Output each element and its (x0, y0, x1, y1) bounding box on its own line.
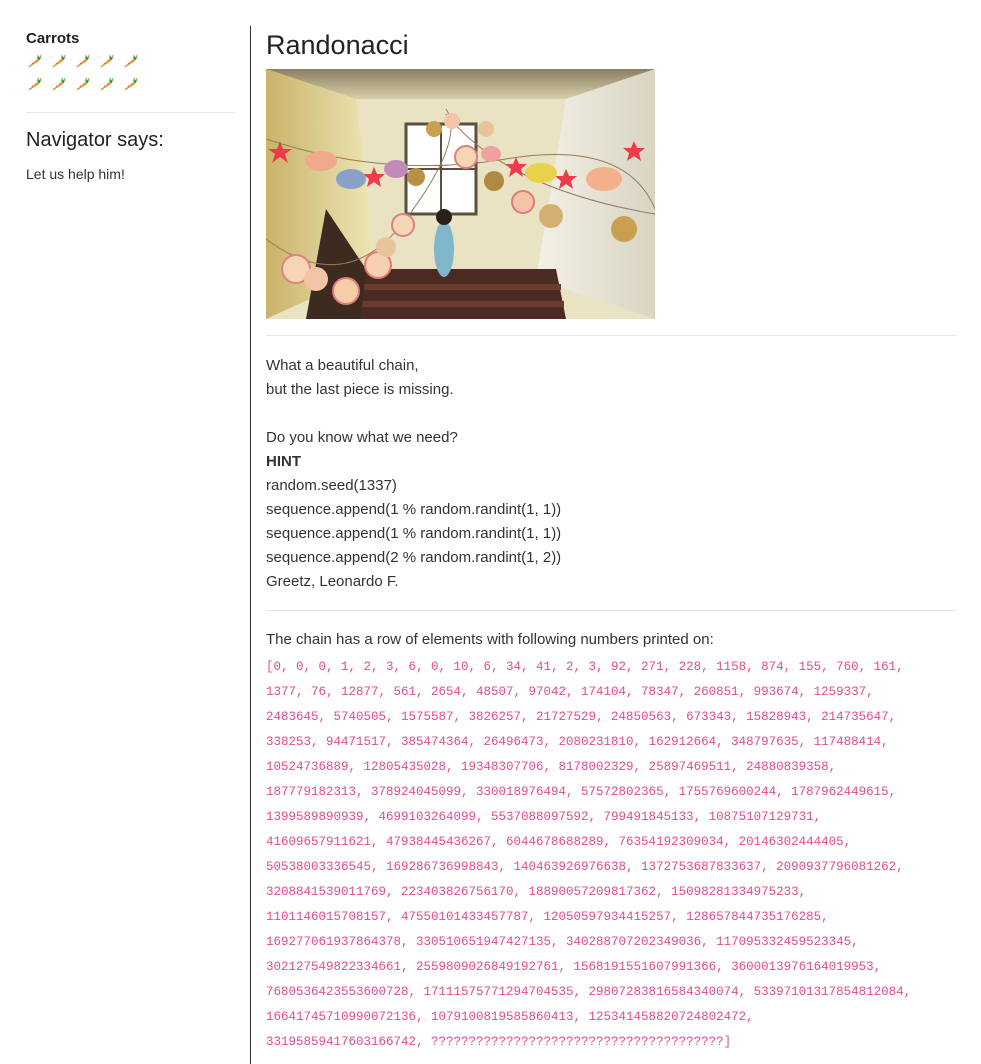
story-line: sequence.append(2 % random.randint(1, 2)… (266, 549, 562, 566)
carrot-icon (26, 75, 44, 93)
carrot-icon (74, 75, 92, 93)
carrot-icon (122, 75, 140, 93)
story-line: Greetz, Leonardo F. (266, 573, 399, 590)
chain-numbers-line: 33195859417603166742, ??????????????????… (266, 1035, 732, 1049)
chain-numbers-line: 302127549822334661, 2559809026849192761,… (266, 960, 882, 974)
sidebar-divider (26, 112, 235, 113)
chain-numbers-line: 169277061937864378, 330510651947427135, … (266, 935, 859, 949)
chain-numbers-line: [0, 0, 0, 1, 2, 3, 6, 0, 10, 6, 34, 41, … (266, 660, 904, 674)
story-line (266, 402, 956, 426)
chain-numbers-line: 50538003336545, 169286736998843, 1404639… (266, 860, 904, 874)
story-line: random.seed(1337) (266, 477, 397, 494)
story-line: sequence.append(1 % random.randint(1, 1)… (266, 501, 562, 518)
sidebar: Carrots Navigator says: Let us help him! (26, 26, 235, 182)
chain-intro: The chain has a row of elements with fol… (266, 631, 714, 648)
carrots-title: Carrots (26, 30, 80, 47)
section-divider (266, 610, 956, 611)
main-content: Randonacci What a beautiful chain, but t… (266, 26, 956, 1055)
chain-numbers-line: 1399589890939, 4699103264099, 5537088097… (266, 810, 822, 824)
chain-numbers-line: 187779182313, 378924045099, 330018976494… (266, 785, 897, 799)
garland-photo (266, 69, 655, 319)
carrot-icon (50, 52, 68, 70)
chain-numbers-line: 7680536423553600728, 1711157577129470453… (266, 985, 912, 999)
chain-numbers-line: 16641745710990072136, 107910081958586041… (266, 1010, 754, 1024)
carrot-icon (122, 52, 140, 70)
story-text: What a beautiful chain, but the last piec… (266, 354, 956, 594)
carrot-icon (74, 52, 92, 70)
chain-numbers-line: 41609657911621, 47938445436267, 60446786… (266, 835, 852, 849)
chain-numbers-line: 10524736889, 12805435028, 19348307706, 8… (266, 760, 837, 774)
chain-numbers-line: 2483645, 5740505, 1575587, 3826257, 2172… (266, 710, 897, 724)
vertical-divider (250, 26, 251, 1064)
carrot-icon (98, 52, 116, 70)
carrot-icon (26, 52, 44, 70)
chain-numbers: [0, 0, 0, 1, 2, 3, 6, 0, 10, 6, 34, 41, … (266, 655, 956, 1055)
chain-numbers-line: 1101146015708157, 47550101433457787, 120… (266, 910, 829, 924)
story-line: What a beautiful chain, (266, 357, 419, 374)
navigator-text: Let us help him! (26, 166, 125, 182)
story-line: Do you know what we need? (266, 429, 458, 446)
section-divider (266, 335, 956, 336)
chain-numbers-line: 338253, 94471517, 385474364, 26496473, 2… (266, 735, 889, 749)
page: Carrots Navigator says: Let us help him!… (0, 0, 981, 1064)
chain-numbers-line: 1377, 76, 12877, 561, 2654, 48507, 97042… (266, 685, 874, 699)
navigator-title: Navigator says: (26, 129, 164, 151)
chain-numbers-line: 3208841539011769, 223403826756170, 18890… (266, 885, 807, 899)
carrot-icon (98, 75, 116, 93)
carrot-icon (50, 75, 68, 93)
carrot-grid (26, 52, 151, 98)
page-title: Randonacci (266, 30, 409, 60)
story-line: but the last piece is missing. (266, 381, 454, 398)
story-line: HINT (266, 453, 301, 470)
story-line: sequence.append(1 % random.randint(1, 1)… (266, 525, 562, 542)
